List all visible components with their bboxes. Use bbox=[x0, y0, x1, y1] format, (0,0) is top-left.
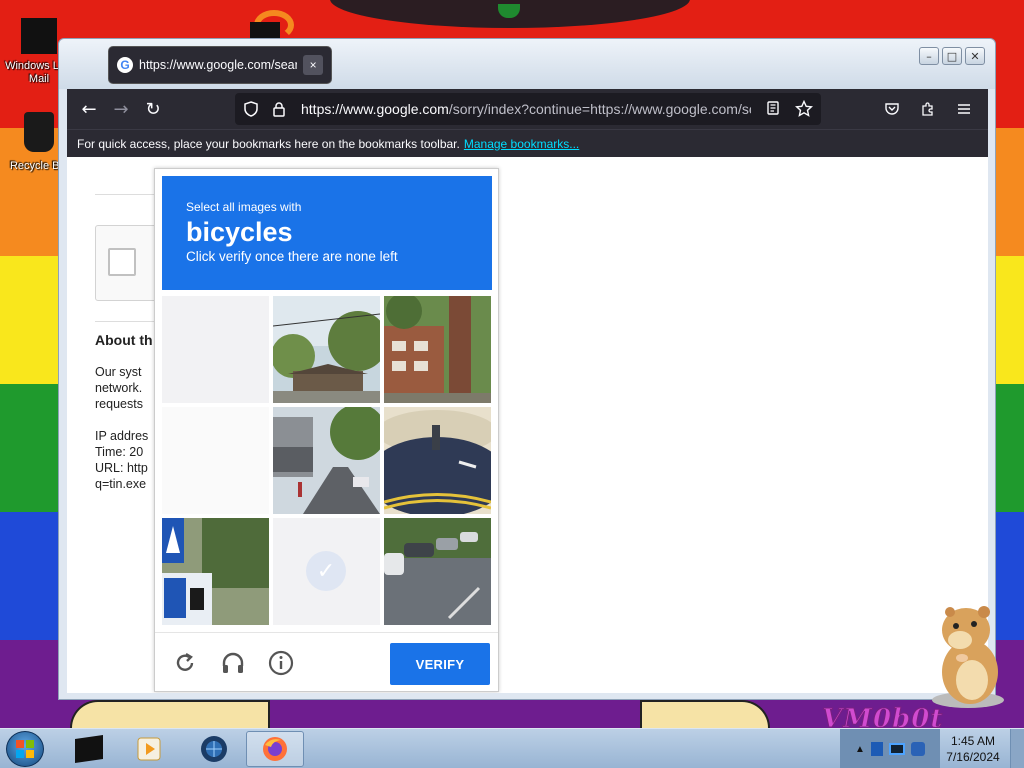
taskbar-app-1[interactable] bbox=[60, 731, 118, 767]
page-content: About th Our syst network. requests IP a… bbox=[67, 157, 988, 693]
challenge-tile-7[interactable] bbox=[162, 518, 269, 625]
headphones-icon bbox=[222, 652, 244, 673]
checkmark-icon: ✓ bbox=[306, 551, 346, 591]
bookmark-star-icon[interactable] bbox=[795, 100, 813, 118]
challenge-footer: VERIFY bbox=[155, 632, 498, 692]
bookmarks-toolbar: For quick access, place your bookmarks h… bbox=[67, 129, 988, 157]
google-favicon-icon: G bbox=[117, 57, 133, 73]
tray-expand-icon[interactable]: ▲ bbox=[855, 744, 865, 755]
firefox-icon bbox=[263, 737, 287, 761]
taskbar-app-globe[interactable] bbox=[185, 731, 243, 767]
tile-image-parked-cars bbox=[384, 518, 491, 625]
url-line: URL: http bbox=[95, 461, 148, 475]
pocket-button[interactable] bbox=[876, 93, 908, 125]
firefox-window: – □ ✕ G https://www.google.com/sear × ← … bbox=[58, 38, 996, 700]
time-line: Time: 20 bbox=[95, 445, 144, 459]
extensions-button[interactable] bbox=[912, 93, 944, 125]
challenge-tile-1[interactable] bbox=[162, 296, 269, 403]
close-window-button[interactable]: ✕ bbox=[965, 47, 985, 65]
tray-app-icon[interactable] bbox=[870, 742, 883, 756]
puzzle-piece-icon bbox=[922, 102, 933, 116]
challenge-tile-8-selected[interactable]: ✓ bbox=[273, 518, 380, 625]
recaptcha-checkbox[interactable] bbox=[108, 248, 136, 276]
minimize-button[interactable]: – bbox=[919, 47, 939, 65]
taskbar-media-player[interactable] bbox=[120, 731, 178, 767]
tile-image-crossing-sign bbox=[162, 518, 269, 625]
taskbar-firefox[interactable] bbox=[246, 731, 304, 767]
hamster-desktop-pet bbox=[932, 606, 1004, 708]
shield-icon[interactable] bbox=[243, 101, 259, 117]
back-button[interactable]: ← bbox=[73, 93, 105, 125]
app-menu-button[interactable] bbox=[948, 93, 980, 125]
system-clock[interactable]: 1:45 AM 7/16/2024 bbox=[940, 733, 1006, 765]
about-line: Our syst bbox=[95, 365, 142, 379]
reload-challenge-button[interactable] bbox=[171, 649, 199, 677]
bookmarks-hint-text: For quick access, place your bookmarks h… bbox=[77, 136, 460, 151]
challenge-image-grid: ✓ bbox=[162, 296, 492, 626]
about-line: network. bbox=[95, 381, 143, 395]
taskbar: ▲ 1:45 AM 7/16/2024 bbox=[0, 728, 1024, 768]
audio-challenge-button[interactable] bbox=[219, 649, 247, 677]
hamburger-menu-icon bbox=[958, 104, 970, 114]
url-host: https://www.google.com bbox=[301, 101, 449, 117]
url-text[interactable]: https://www.google.com/sorry/index?conti… bbox=[301, 101, 751, 117]
media-player-icon bbox=[137, 737, 161, 761]
info-icon bbox=[268, 650, 294, 676]
challenge-subtext: Click verify once there are none left bbox=[186, 249, 398, 264]
navigation-toolbar: ← → ↻ https://www.google.com/sorry/index… bbox=[67, 89, 988, 129]
tile-image-road-sign bbox=[384, 407, 491, 514]
lock-icon[interactable] bbox=[271, 101, 287, 117]
tab-google-sorry[interactable]: G https://www.google.com/sear × bbox=[109, 47, 331, 83]
system-tray: ▲ bbox=[840, 729, 940, 768]
challenge-tile-4[interactable] bbox=[162, 407, 269, 514]
challenge-tile-6[interactable] bbox=[384, 407, 491, 514]
challenge-target: bicycles bbox=[186, 217, 293, 247]
clock-time: 1:45 AM bbox=[950, 734, 996, 748]
clock-date: 7/16/2024 bbox=[946, 750, 1000, 764]
tab-title: https://www.google.com/sear bbox=[139, 58, 298, 72]
manage-bookmarks-link[interactable]: Manage bookmarks... bbox=[464, 137, 579, 151]
desktop-icon-partial bbox=[250, 22, 280, 38]
verify-button[interactable]: VERIFY bbox=[390, 643, 490, 685]
black-box-app-icon bbox=[75, 735, 103, 763]
start-button[interactable] bbox=[6, 731, 44, 767]
about-line: requests bbox=[95, 397, 143, 411]
about-heading: About th bbox=[95, 332, 153, 348]
reader-view-icon[interactable] bbox=[765, 100, 781, 116]
volume-icon[interactable] bbox=[910, 742, 925, 756]
challenge-tile-3[interactable] bbox=[384, 296, 491, 403]
ip-address-line: IP addres bbox=[95, 429, 149, 443]
challenge-tile-9[interactable] bbox=[384, 518, 491, 625]
refresh-icon bbox=[176, 652, 194, 671]
recaptcha-challenge-dialog: Select all images with bicycles Click ve… bbox=[154, 168, 499, 692]
challenge-tile-2[interactable] bbox=[273, 296, 380, 403]
tile-image-rooftop bbox=[273, 296, 380, 403]
challenge-tile-5[interactable] bbox=[273, 407, 380, 514]
url-path: /sorry/index?continue=https://www.google… bbox=[448, 101, 751, 117]
wallpaper-character-hand-right bbox=[640, 700, 770, 728]
reload-button[interactable]: ↻ bbox=[137, 93, 169, 125]
help-button[interactable] bbox=[267, 649, 295, 677]
window-controls: – □ ✕ bbox=[919, 47, 985, 65]
tile-image-brick-building bbox=[384, 296, 491, 403]
challenge-instruction: Select all images with bbox=[186, 200, 302, 214]
tab-close-button[interactable]: × bbox=[303, 55, 323, 75]
recycle-bin-icon bbox=[24, 112, 54, 152]
challenge-header: Select all images with bicycles Click ve… bbox=[162, 176, 492, 290]
network-icon[interactable] bbox=[888, 743, 905, 755]
pocket-icon bbox=[885, 103, 899, 115]
forward-button[interactable]: → bbox=[105, 93, 137, 125]
windows-logo-icon bbox=[16, 740, 34, 758]
wallpaper-character-hand-left bbox=[70, 700, 270, 728]
globe-app-icon bbox=[201, 736, 227, 762]
maximize-button[interactable]: □ bbox=[942, 47, 962, 65]
show-desktop-button[interactable] bbox=[1010, 729, 1024, 768]
url-query-line: q=tin.exe bbox=[95, 477, 147, 491]
url-bar[interactable]: https://www.google.com/sorry/index?conti… bbox=[235, 93, 821, 125]
tile-image-street-shops bbox=[273, 407, 380, 514]
mail-app-icon bbox=[21, 18, 57, 54]
